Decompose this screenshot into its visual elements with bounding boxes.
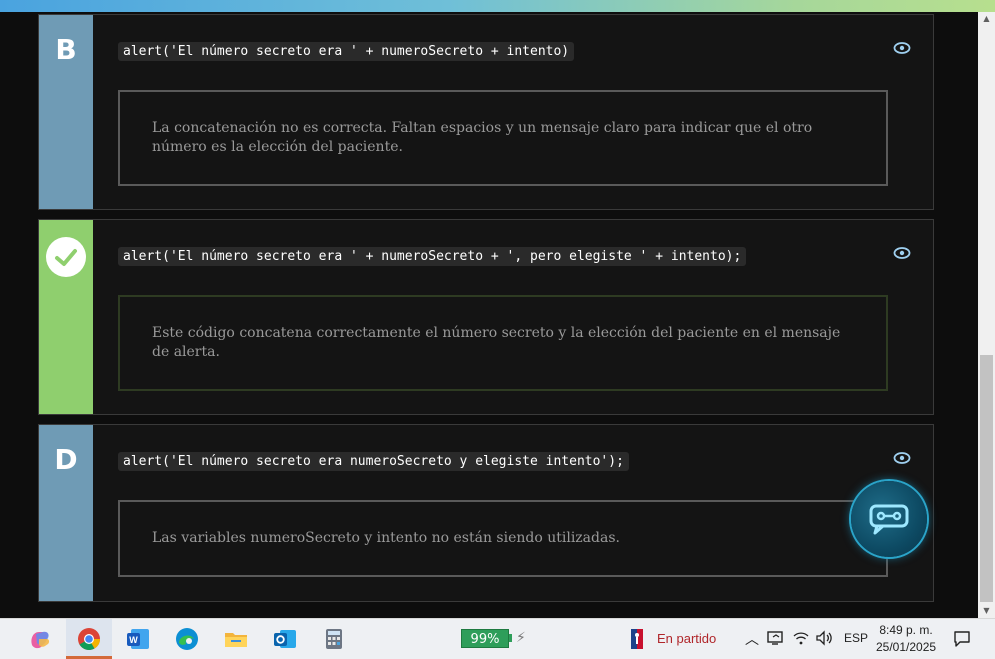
battery-tip [509,634,512,642]
edge-icon[interactable] [174,627,200,651]
feedback-text: La concatenación no es correcta. Faltan … [152,120,813,155]
battery-indicator[interactable]: 99% [461,629,509,648]
option-letter: B [55,33,77,66]
feedback-text: Este código concatena correctamente el n… [152,325,841,360]
file-explorer-icon[interactable] [223,627,249,651]
option-letter: D [54,443,78,476]
wifi-icon[interactable] [793,631,809,645]
match-status[interactable]: En partido [657,631,716,646]
copilot-icon[interactable] [27,627,53,651]
show-hidden-icons-chevron-icon[interactable]: ︿ [745,629,759,649]
quiz-content: B alert('El número secreto era ' + numer… [0,12,978,618]
outlook-icon[interactable] [272,627,298,651]
volume-icon[interactable] [815,630,833,646]
option-feedback: Este código concatena correctamente el n… [118,295,888,391]
chrome-icon[interactable] [76,627,102,651]
clock-date: 25/01/2025 [876,640,937,654]
eye-icon[interactable] [893,451,911,465]
option-side-bar: D [39,425,93,601]
answer-option-b[interactable]: B alert('El número secreto era ' + numer… [38,14,934,210]
clock-time: 8:49 p. m. [879,623,933,637]
windows-taskbar: W 99% ⚡ En partido ︿ ESP 8:49 p. m. 25/0… [0,618,995,659]
word-icon[interactable]: W [125,627,151,651]
charging-plug-icon: ⚡ [516,630,526,646]
option-code: alert('El número secreto era numeroSecre… [118,452,629,471]
scrollbar-thumb[interactable] [980,355,993,602]
chatbot-button[interactable] [851,481,927,557]
scroll-down-arrow-icon[interactable]: ▼ [978,604,995,618]
checkmark-icon [46,237,86,277]
eye-icon[interactable] [893,41,911,55]
calculator-icon[interactable] [321,627,347,651]
language-indicator[interactable]: ESP [844,631,868,645]
answer-option-d[interactable]: D alert('El número secreto era numeroSec… [38,424,934,602]
option-feedback: La concatenación no es correcta. Faltan … [118,90,888,186]
vertical-scrollbar[interactable]: ▲ ▼ [978,12,995,618]
nba-logo-icon[interactable] [631,629,643,649]
option-side-bar: B [39,15,93,209]
taskbar-clock[interactable]: 8:49 p. m. 25/01/2025 [876,622,936,656]
scroll-up-arrow-icon[interactable]: ▲ [978,12,995,26]
device-sync-icon[interactable] [767,630,785,646]
answer-option-c-correct[interactable]: alert('El número secreto era ' + numeroS… [38,219,934,415]
svg-text:W: W [129,635,138,645]
eye-icon[interactable] [893,246,911,260]
option-code: alert('El número secreto era ' + numeroS… [118,247,747,266]
option-code: alert('El número secreto era ' + numeroS… [118,42,575,61]
feedback-text: Las variables numeroSecreto y intento no… [152,530,620,546]
browser-top-strip [0,0,995,12]
option-feedback: Las variables numeroSecreto y intento no… [118,500,888,577]
notifications-icon[interactable] [953,630,971,648]
chatbot-icon [869,504,909,535]
option-side-bar [39,220,93,414]
